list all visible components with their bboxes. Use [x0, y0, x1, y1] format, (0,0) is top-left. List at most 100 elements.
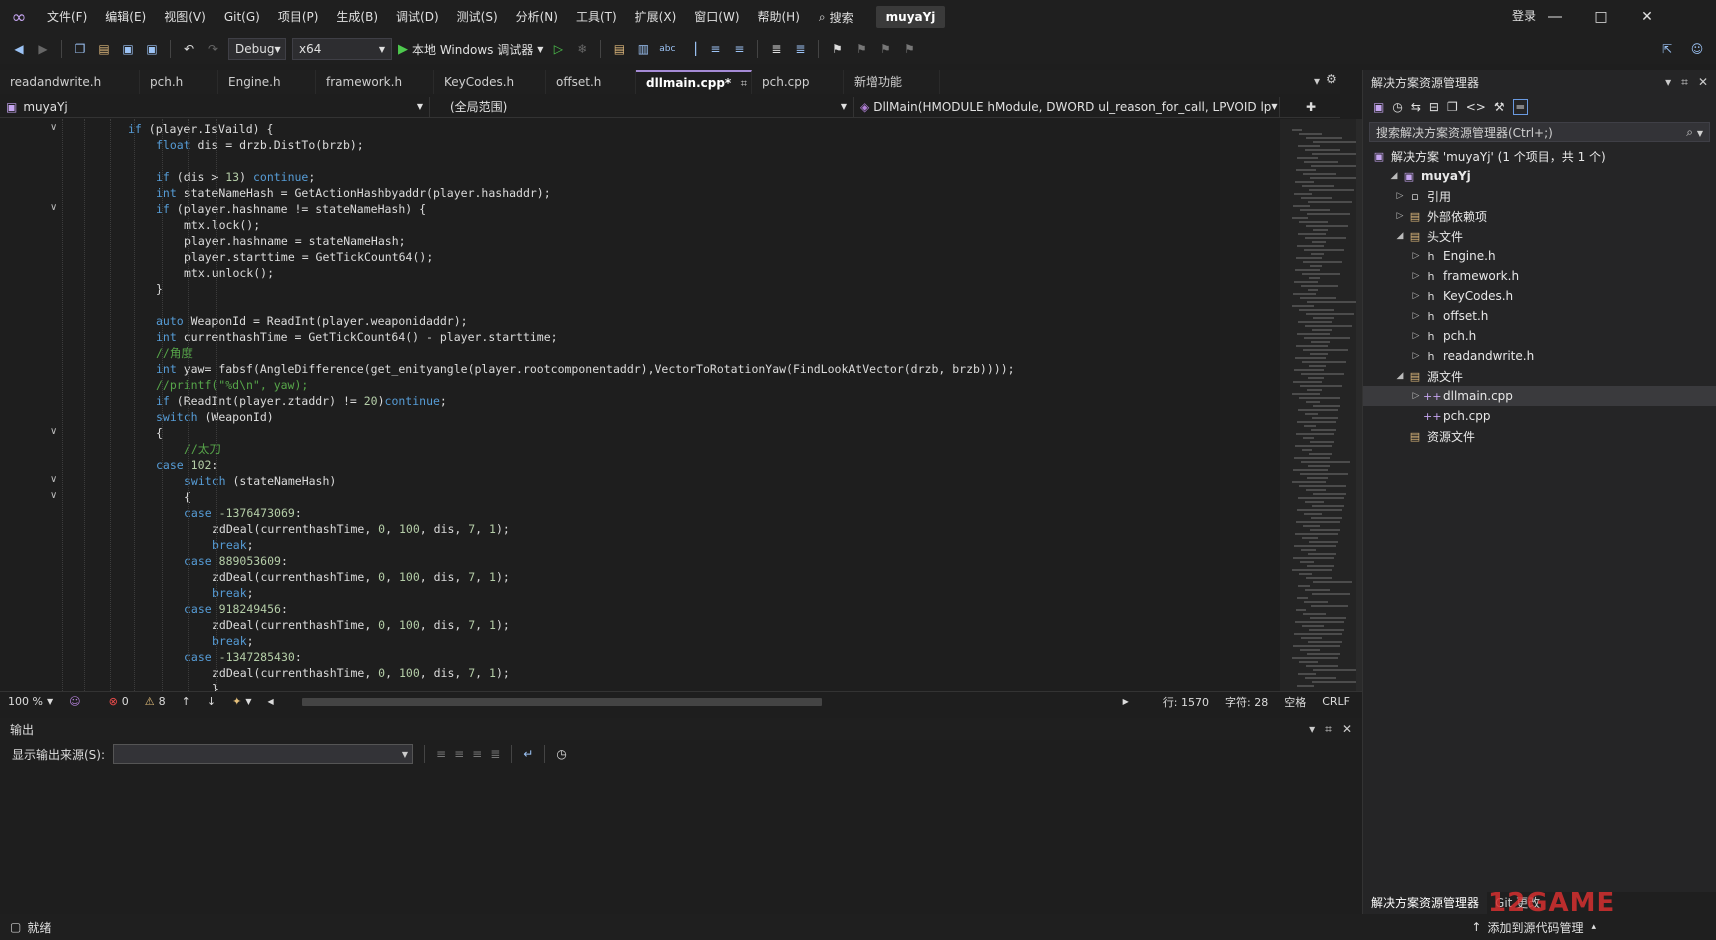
fold-toggle-icon[interactable]: ∨ [50, 426, 57, 437]
menu-item[interactable]: 帮助(H) [749, 0, 809, 34]
tree-external-deps[interactable]: ▷ ▤ 外部依赖项 [1363, 206, 1716, 226]
pin-icon[interactable]: ⌗ [1681, 75, 1688, 90]
tab-document[interactable]: pch.h [140, 70, 218, 94]
bookmark-prev-icon[interactable]: ⚑ [852, 40, 870, 58]
panel-menu-icon[interactable]: ▾ [1665, 75, 1671, 90]
tree-resources-folder[interactable]: ▤ 资源文件 [1363, 426, 1716, 446]
history-icon[interactable]: ◷ [1392, 100, 1402, 114]
close-icon[interactable]: ✕ [1342, 722, 1352, 737]
code-line[interactable]: zdDeal(currenthashTime, 0, 100, dis, 7, … [212, 569, 510, 585]
back-icon[interactable]: ◀ [10, 40, 28, 58]
window-layout-icon[interactable]: ▥ [634, 40, 652, 58]
function-select[interactable]: ◈ DllMain(HMODULE hModule, DWORD ul_reaso… [854, 96, 1280, 117]
menu-item[interactable]: 视图(V) [155, 0, 215, 34]
save-all-icon[interactable]: ▣ [143, 40, 161, 58]
minimize-icon[interactable]: ― [1532, 0, 1578, 34]
code-cleanup-icon[interactable]: ✦ ▼ [224, 695, 259, 708]
code-line[interactable]: //printf("%d\n", yaw); [156, 377, 308, 393]
menu-item[interactable]: 分析(N) [507, 0, 567, 34]
code-line[interactable]: mtx.unlock(); [184, 265, 274, 281]
tab-document[interactable]: KeyCodes.h [434, 70, 546, 94]
menu-item[interactable]: 窗口(W) [685, 0, 748, 34]
next-issue-icon[interactable]: ↓ [199, 695, 224, 708]
prev-issue-icon[interactable]: ↑ [174, 695, 199, 708]
panel-menu-icon[interactable]: ▾ [1309, 722, 1315, 737]
horizontal-scrollbar[interactable] [301, 697, 822, 706]
zoom-level[interactable]: 100 % ▼ [0, 695, 61, 708]
tab-document[interactable]: Engine.h [218, 70, 316, 94]
code-line[interactable]: if (dis > 13) continue; [156, 169, 315, 185]
menu-item[interactable]: 生成(B) [327, 0, 387, 34]
sync-icon[interactable]: ⇆ [1411, 100, 1421, 114]
scroll-left-icon[interactable]: ◀ [259, 697, 281, 706]
menu-item[interactable]: Git(G) [215, 0, 269, 34]
bookmark-icon[interactable]: ⚑ [828, 40, 846, 58]
pin-icon[interactable]: ⌗ [1325, 722, 1332, 737]
collapse-all-icon[interactable]: ⊟ [1429, 100, 1439, 114]
properties-icon[interactable]: ⚒ [1494, 100, 1505, 114]
tree-header-file[interactable]: ▷ h KeyCodes.h [1363, 286, 1716, 306]
search-button[interactable]: ⌕ 搜索 [809, 9, 864, 26]
configuration-select[interactable]: Debug ▼ [228, 38, 286, 60]
code-line[interactable]: auto WeaponId = ReadInt(player.weaponida… [156, 313, 468, 329]
next-message-icon[interactable]: ≡ [472, 747, 482, 761]
spell-check-icon[interactable]: abc [658, 40, 676, 58]
copilot-icon[interactable]: ☺ [61, 695, 88, 708]
fold-toggle-icon[interactable]: ∨ [50, 490, 57, 501]
tree-source-folder[interactable]: ◢ ▤ 源文件 [1363, 366, 1716, 386]
scope-select[interactable]: (全局范围) ▼ [430, 96, 854, 117]
code-line[interactable]: int yaw= fabsf(AngleDifference(get_enity… [156, 361, 1015, 377]
word-wrap-icon[interactable]: ↵ [523, 747, 533, 761]
code-line[interactable]: if (ReadInt(player.ztaddr) != 20)continu… [156, 393, 447, 409]
code-line[interactable]: zdDeal(currenthashTime, 0, 100, dis, 7, … [212, 617, 510, 633]
code-line[interactable]: zdDeal(currenthashTime, 0, 100, dis, 7, … [212, 665, 510, 681]
fold-toggle-icon[interactable]: ∨ [50, 122, 57, 133]
close-icon[interactable]: ✕ [1624, 0, 1670, 34]
timestamp-icon[interactable]: ◷ [556, 747, 566, 761]
code-line[interactable]: switch (stateNameHash) [184, 473, 336, 489]
bookmark-clear-icon[interactable]: ⚑ [900, 40, 918, 58]
comment-icon[interactable]: ≣ [767, 40, 785, 58]
live-share-icon[interactable]: ⇱ [1658, 40, 1676, 58]
add-to-source-control[interactable]: 添加到源代码管理 [1487, 919, 1583, 936]
code-view-icon[interactable]: <> [1466, 100, 1486, 114]
output-content[interactable] [0, 768, 1362, 914]
code-line[interactable]: break; [212, 537, 254, 553]
tree-header-file[interactable]: ▷ h framework.h [1363, 266, 1716, 286]
redo-icon[interactable]: ↷ [204, 40, 222, 58]
tree-header-file[interactable]: ▷ h pch.h [1363, 326, 1716, 346]
indent-icon[interactable]: ≡ [730, 40, 748, 58]
settings-gear-icon[interactable]: ⚙ [1326, 72, 1337, 86]
code-line[interactable]: player.starttime = GetTickCount64(); [184, 249, 433, 265]
close-icon[interactable]: ✕ [1698, 75, 1708, 90]
errors-indicator[interactable]: ⊗ 0 [101, 695, 137, 708]
menu-item[interactable]: 项目(P) [269, 0, 328, 34]
preview-icon[interactable]: ═ [1512, 99, 1528, 115]
maximize-icon[interactable]: □ [1578, 0, 1624, 34]
menu-item[interactable]: 扩展(X) [626, 0, 686, 34]
code-editor[interactable]: ∨ ∨ ∨ ∨ ∨ if (player.IsVaild) {float dis = d… [0, 119, 1280, 691]
start-without-debugging-icon[interactable]: ▷ [549, 40, 567, 58]
menu-item[interactable]: 调试(D) [387, 0, 448, 34]
switch-views-icon[interactable]: ▣ [1373, 100, 1384, 114]
tab-dropdown-icon[interactable]: ▾ [1314, 74, 1320, 88]
menu-item[interactable]: 测试(S) [448, 0, 507, 34]
project-select[interactable]: ▣ muyaYj ▼ [0, 96, 430, 117]
line-ending[interactable]: CRLF [1314, 695, 1358, 708]
scroll-right-icon[interactable]: ▶ [1115, 697, 1137, 706]
tab-document[interactable]: offset.h [546, 70, 636, 94]
tab-document[interactable]: pch.cpp [752, 70, 844, 94]
tree-references[interactable]: ▷ ▫ 引用 [1363, 186, 1716, 206]
forward-icon[interactable]: ▶ [34, 40, 52, 58]
menu-item[interactable]: 文件(F) [38, 0, 96, 34]
code-line[interactable]: if (player.IsVaild) { [128, 121, 273, 137]
prev-message-icon[interactable]: ≡ [454, 747, 464, 761]
tab-solution-explorer[interactable]: 解决方案资源管理器 [1363, 892, 1488, 914]
bookmark-next-icon[interactable]: ⚑ [876, 40, 894, 58]
code-line[interactable]: case -1376473069: [184, 505, 302, 521]
step-icon[interactable]: ▕ [682, 40, 700, 58]
tab-pin-close-icon[interactable]: ⌗ ✕ [737, 77, 751, 90]
new-project-icon[interactable]: ❐ [71, 40, 89, 58]
hot-reload-icon[interactable]: ❄ [573, 40, 591, 58]
menu-item[interactable]: 编辑(E) [96, 0, 155, 34]
